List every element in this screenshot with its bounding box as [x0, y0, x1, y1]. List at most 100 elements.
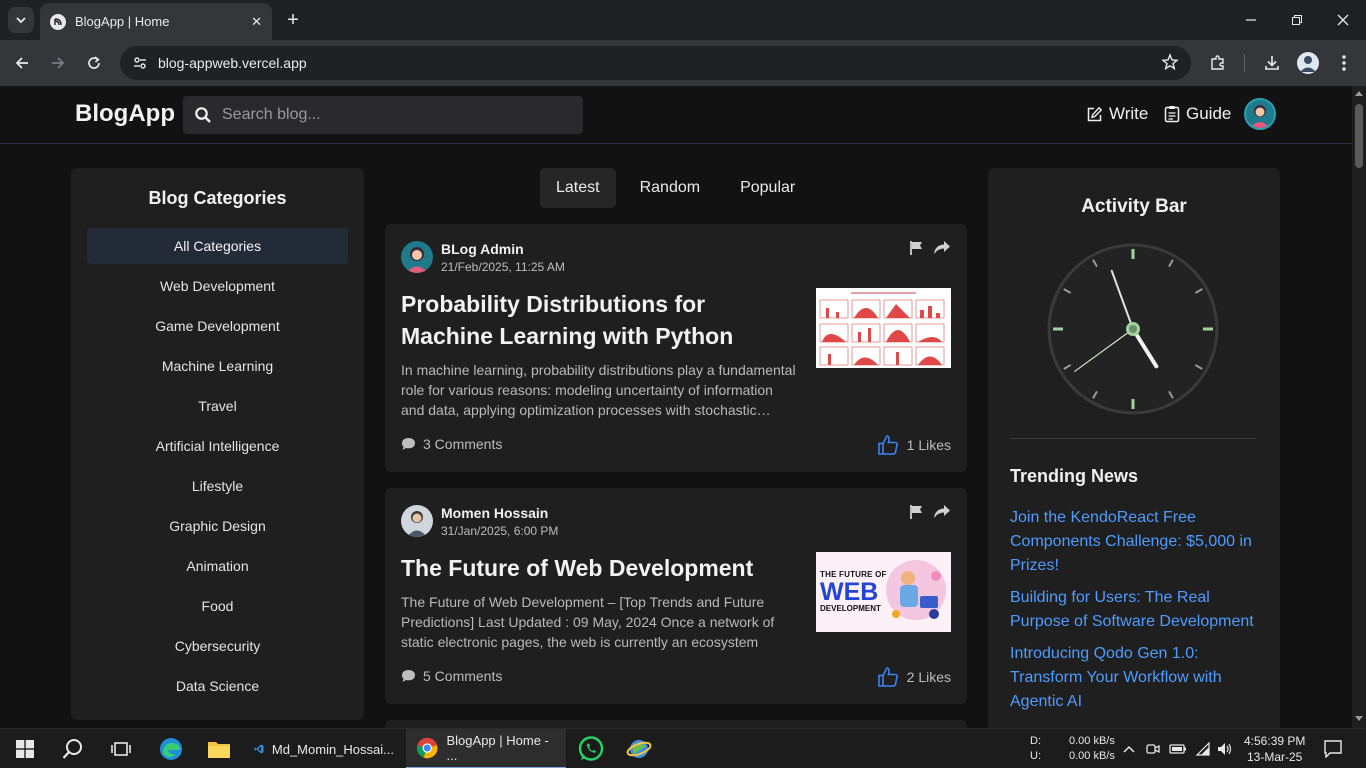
scroll-thumb[interactable] — [1355, 104, 1363, 168]
toolbar-separator — [1244, 54, 1245, 72]
trending-link[interactable]: Join the KendoReact Free Components Chal… — [1010, 506, 1260, 578]
post-title[interactable]: The Future of Web Development — [401, 552, 801, 584]
category-item-travel[interactable]: Travel — [87, 388, 348, 424]
browser-tab-active[interactable]: BlogApp | Home ✕ — [40, 3, 272, 40]
post-actions — [901, 504, 951, 525]
category-item-data-science[interactable]: Data Science — [87, 668, 348, 704]
edge-app[interactable] — [156, 733, 186, 765]
scroll-up-icon[interactable] — [1355, 90, 1363, 98]
comments-link[interactable]: 3 Comments — [401, 436, 502, 452]
browser-profile-avatar[interactable] — [1297, 52, 1319, 74]
page-scrollbar[interactable] — [1352, 86, 1366, 728]
like-button[interactable]: 2 Likes — [877, 666, 951, 688]
post-card[interactable] — [385, 720, 967, 728]
browser-menu-button[interactable] — [1332, 51, 1356, 75]
category-item-game-development[interactable]: Game Development — [87, 308, 348, 344]
comments-link[interactable]: 5 Comments — [401, 668, 502, 684]
system-date: 13-Mar-25 — [1247, 750, 1303, 764]
author-avatar[interactable] — [401, 241, 433, 273]
restore-button[interactable] — [1274, 0, 1320, 40]
forward-button[interactable] — [46, 51, 70, 75]
categories-sidebar: Blog Categories All Categories Web Devel… — [71, 168, 364, 720]
chrome-label: BlogApp | Home - ... — [446, 733, 549, 763]
likes-count: 1 Likes — [906, 437, 951, 453]
user-avatar-icon — [401, 241, 433, 273]
meet-now-icon[interactable] — [1144, 733, 1162, 765]
minimize-button[interactable] — [1228, 0, 1274, 40]
post-card[interactable]: BLog Admin 21/Feb/2025, 11:25 AM Probabi… — [385, 224, 967, 472]
start-button[interactable] — [10, 733, 40, 765]
author-avatar[interactable] — [401, 505, 433, 537]
file-explorer-app[interactable] — [204, 733, 234, 765]
vscode-icon — [254, 744, 264, 754]
tab-random[interactable]: Random — [624, 168, 716, 208]
post-actions — [901, 240, 951, 261]
category-item-food[interactable]: Food — [87, 588, 348, 624]
show-hidden-icons-button[interactable] — [1120, 733, 1138, 765]
tab-popular[interactable]: Popular — [724, 168, 811, 208]
reload-button[interactable] — [82, 51, 106, 75]
share-icon[interactable] — [933, 240, 951, 261]
chrome-app[interactable]: BlogApp | Home - ... — [406, 729, 566, 768]
like-button[interactable]: 1 Likes — [877, 434, 951, 456]
edge-icon — [160, 738, 182, 760]
post-card[interactable]: Momen Hossain 31/Jan/2025, 6:00 PM The F… — [385, 488, 967, 704]
tab-latest[interactable]: Latest — [540, 168, 616, 208]
whatsapp-app[interactable] — [576, 733, 606, 765]
user-avatar-icon — [401, 505, 433, 537]
volume-icon[interactable] — [1215, 733, 1235, 765]
battery-icon[interactable] — [1168, 733, 1188, 765]
tab-search-button[interactable] — [8, 7, 34, 33]
flag-icon[interactable] — [909, 240, 925, 261]
distribution-charts-thumbnail — [816, 288, 951, 368]
category-item-machine-learning[interactable]: Machine Learning — [87, 348, 348, 384]
new-tab-button[interactable]: + — [282, 8, 304, 32]
address-bar[interactable]: blog-appweb.vercel.app — [120, 46, 1191, 80]
vscode-label: Md_Momin_Hossai... — [271, 741, 394, 757]
category-item-animation[interactable]: Animation — [87, 548, 348, 584]
clipboard-icon — [1164, 106, 1180, 123]
vscode-app[interactable]: Md_Momin_Hossai... — [244, 729, 404, 768]
notification-center-button[interactable] — [1320, 733, 1346, 765]
guide-link[interactable]: Guide — [1164, 104, 1231, 124]
task-view-icon — [111, 742, 131, 756]
feed-tabs: Latest Random Popular — [540, 168, 819, 208]
bookmark-star-icon[interactable] — [1161, 53, 1179, 76]
site-info-icon[interactable] — [128, 51, 152, 75]
thumbs-up-icon — [877, 667, 898, 687]
search-input[interactable] — [222, 106, 562, 124]
close-window-button[interactable] — [1320, 0, 1366, 40]
extensions-button[interactable] — [1206, 51, 1230, 75]
close-icon — [1337, 14, 1349, 26]
category-item-web-development[interactable]: Web Development — [87, 268, 348, 304]
user-avatar[interactable] — [1244, 98, 1276, 130]
flag-icon[interactable] — [909, 504, 925, 525]
network-tool-app[interactable] — [624, 733, 654, 765]
category-item-graphic-design[interactable]: Graphic Design — [87, 508, 348, 544]
post-thumbnail[interactable]: THE FUTURE OF WEB DEVELOPMENT — [816, 552, 951, 632]
downloads-button[interactable] — [1260, 51, 1284, 75]
category-item-artificial-intelligence[interactable]: Artificial Intelligence — [87, 428, 348, 464]
post-author[interactable]: Momen Hossain — [441, 505, 548, 521]
activity-bar: Activity Bar Trending News Join the Kend… — [988, 168, 1280, 728]
write-link[interactable]: Write — [1086, 104, 1148, 124]
wifi-icon[interactable] — [1193, 733, 1213, 765]
category-item-cybersecurity[interactable]: Cybersecurity — [87, 628, 348, 664]
scroll-down-icon[interactable] — [1355, 714, 1363, 722]
post-title[interactable]: Probability Distributions for Machine Le… — [401, 288, 801, 352]
task-view-button[interactable] — [106, 733, 136, 765]
category-item-all[interactable]: All Categories — [87, 228, 348, 264]
taskbar-search-button[interactable] — [58, 733, 88, 765]
trending-link[interactable]: Introducing Qodo Gen 1.0: Transform Your… — [1010, 642, 1260, 714]
back-button[interactable] — [10, 51, 34, 75]
post-date: 21/Feb/2025, 11:25 AM — [441, 260, 565, 274]
post-thumbnail[interactable] — [816, 288, 951, 368]
system-clock[interactable]: 4:56:39 PM 13-Mar-25 — [1244, 733, 1305, 765]
app-logo[interactable]: BlogApp — [75, 100, 175, 128]
trending-link[interactable]: Building for Users: The Real Purpose of … — [1010, 586, 1260, 634]
trending-title: Trending News — [1010, 466, 1139, 486]
category-item-lifestyle[interactable]: Lifestyle — [87, 468, 348, 504]
post-author[interactable]: BLog Admin — [441, 241, 524, 257]
close-tab-icon[interactable]: ✕ — [251, 14, 262, 30]
share-icon[interactable] — [933, 504, 951, 525]
